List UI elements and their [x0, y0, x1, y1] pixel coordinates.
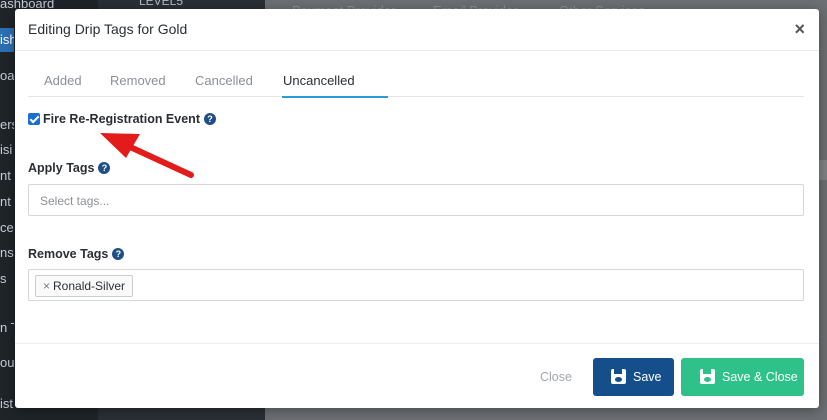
modal-header: Editing Drip Tags for Gold ×: [15, 9, 819, 51]
tab-uncancelled[interactable]: Uncancelled: [283, 73, 355, 88]
modal-footer-divider: [15, 343, 819, 344]
bg-sidebar-item: s: [0, 271, 7, 286]
save-icon: [700, 369, 715, 384]
modal-title: Editing Drip Tags for Gold: [28, 21, 188, 37]
bg-sidebar-item: ce: [0, 220, 14, 235]
bg-sidebar-item: ist: [0, 396, 13, 411]
help-icon[interactable]: ?: [203, 113, 216, 125]
bg-sidebar-item: oa: [0, 68, 14, 83]
save-and-close-label: Save & Close: [722, 370, 798, 384]
bg-sidebar-item: isi: [0, 142, 13, 157]
tab-added[interactable]: Added: [44, 73, 82, 88]
bg-sidebar-item: ns: [0, 245, 14, 260]
apply-tags-label: Apply Tags?: [28, 161, 111, 175]
bg-subnav-label: LEVEL5: [139, 0, 184, 8]
edit-drip-tags-modal: Editing Drip Tags for Gold × Added Remov…: [15, 9, 819, 408]
bg-sidebar-item: ers: [0, 117, 14, 132]
remove-tags-text: Remove Tags: [28, 247, 109, 261]
bg-sidebar-item: nt: [0, 168, 11, 183]
close-icon[interactable]: ×: [794, 19, 805, 40]
save-and-close-button[interactable]: Save & Close: [681, 358, 804, 396]
save-button-label: Save: [633, 370, 662, 384]
apply-tags-select[interactable]: Select tags...: [28, 184, 804, 216]
fire-reregistration-label: Fire Re-Registration Event?: [43, 112, 216, 126]
tab-removed[interactable]: Removed: [110, 73, 166, 88]
tag-chip-label: Ronald-Silver: [53, 279, 126, 293]
remove-tags-label: Remove Tags?: [28, 247, 125, 261]
remove-chip-icon[interactable]: ×: [43, 279, 50, 293]
bg-sidebar-item: n T: [0, 320, 14, 335]
tag-event-tabs: Added Removed Cancelled Uncancelled: [28, 67, 804, 98]
remove-tags-select[interactable]: × Ronald-Silver: [28, 269, 804, 301]
tab-cancelled[interactable]: Cancelled: [195, 73, 253, 88]
apply-tags-text: Apply Tags: [28, 161, 95, 175]
fire-reregistration-text: Fire Re-Registration Event: [43, 112, 200, 126]
tag-chip: × Ronald-Silver: [35, 275, 134, 297]
close-button[interactable]: Close: [540, 370, 572, 384]
save-button[interactable]: Save: [593, 358, 674, 396]
bg-sidebar-item-active: ish: [0, 28, 14, 52]
active-tab-indicator: [282, 96, 388, 98]
apply-tags-placeholder: Select tags...: [40, 194, 110, 208]
help-icon[interactable]: ?: [112, 248, 125, 260]
bg-sidebar-item: nt: [0, 194, 11, 209]
bg-sidebar-item: ou: [0, 355, 14, 370]
help-icon[interactable]: ?: [98, 162, 111, 174]
fire-reregistration-checkbox[interactable]: [28, 113, 40, 125]
save-icon: [611, 369, 626, 384]
